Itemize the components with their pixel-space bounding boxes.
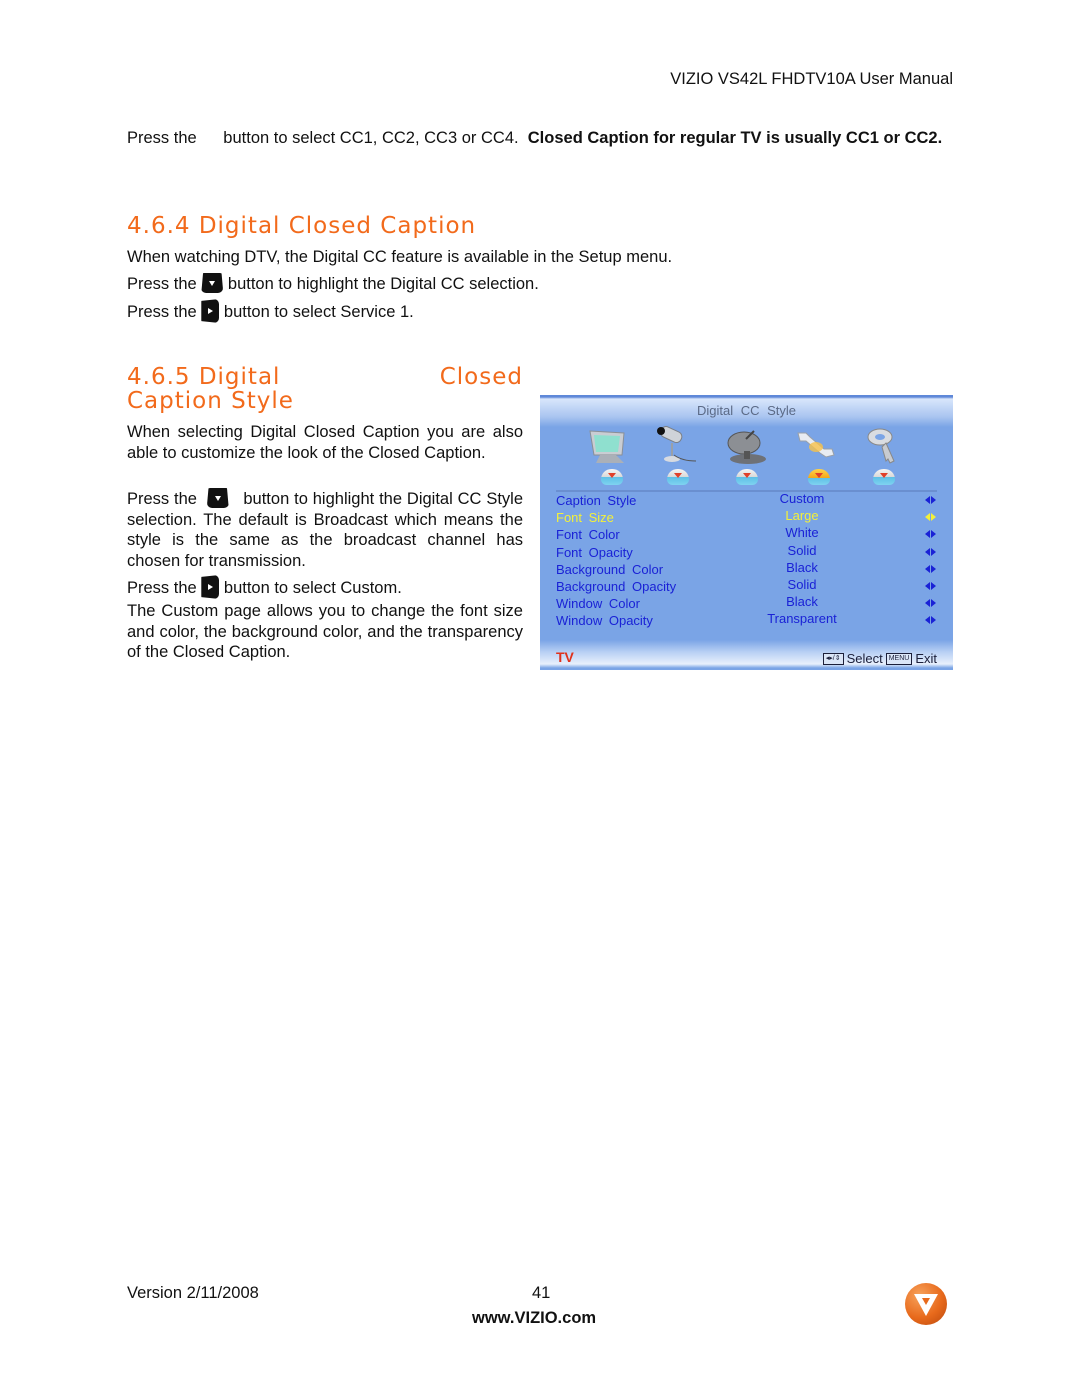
left-right-arrow-icon[interactable] (925, 599, 937, 608)
heading-4-6-5-part2: Closed (439, 364, 523, 390)
osd-row-value: Large (785, 508, 819, 524)
s464-line2-post: button to highlight the Digital CC selec… (227, 275, 539, 293)
osd-row-font-opacity[interactable]: Font Opacity Solid (540, 543, 953, 560)
osd-row-value: Black (786, 594, 818, 610)
osd-tab-1[interactable] (601, 469, 623, 485)
s465-para4: The Custom page allows you to change the… (127, 602, 523, 661)
digital-cc-style-osd: Digital CC Style Caption Style Custom Fo… (540, 395, 953, 670)
tv-monitor-icon[interactable] (586, 425, 636, 467)
osd-tab-3[interactable] (736, 469, 758, 485)
heading-4-6-4: 4.6.4 Digital Closed Caption (127, 213, 477, 239)
osd-row-value: Solid (787, 542, 817, 558)
osd-tab-5[interactable] (873, 469, 895, 485)
osd-row-label: Window Color (556, 596, 640, 612)
s465-para3: Press the button to select Custom. (127, 575, 402, 599)
footer-version: Version 2/11/2008 (127, 1284, 259, 1302)
osd-row-value: Black (786, 559, 818, 575)
osd-row-caption-style[interactable]: Caption Style Custom (540, 491, 953, 508)
s465-para3-pre: Press the (127, 579, 197, 597)
osd-row-value: Custom (779, 491, 825, 506)
left-right-arrow-icon[interactable] (925, 581, 937, 590)
osd-key-hints: ◂▸/⇕ Select MENU Exit (822, 651, 937, 666)
right-arrow-button-icon (201, 299, 220, 323)
left-right-arrow-icon[interactable] (925, 616, 937, 625)
osd-row-label: Window Opacity (556, 613, 653, 629)
osd-row-label: Font Size (556, 510, 614, 526)
vizio-v-logo-icon (905, 1283, 947, 1325)
manual-title: VIZIO VS42L FHDTV10A User Manual (670, 70, 953, 88)
s465-para1: When selecting Digital Closed Caption yo… (127, 423, 523, 462)
heading-4-6-5-line2: Caption Style (127, 388, 294, 414)
intro-press-the: Press the (127, 129, 197, 147)
intro-text: button to select CC1, CC2, CC3 or CC4. (223, 129, 519, 147)
s464-line1: When watching DTV, the Digital CC featur… (127, 248, 673, 266)
arrow-keys-icon: ◂▸/⇕ (822, 652, 844, 665)
osd-tab-4-active[interactable] (808, 469, 830, 485)
osd-source-label: TV (556, 649, 574, 665)
s465-para2: Press the button to highlight the Digita… (127, 488, 523, 571)
down-arrow-button-icon (206, 488, 229, 508)
osd-row-font-size[interactable]: Font Size Large (540, 508, 953, 525)
down-arrow-button-icon (201, 273, 224, 293)
osd-row-label: Background Opacity (556, 578, 677, 594)
osd-tab-2[interactable] (667, 469, 689, 485)
heading-4-6-5-part1: 4.6.5 Digital (127, 364, 281, 390)
intro-paragraph: Press the button to select CC1, CC2, CC3… (127, 128, 953, 149)
s464-line3-post: button to select Service 1. (223, 303, 414, 321)
osd-row-label: Font Opacity (556, 544, 633, 560)
osd-row-background-color[interactable]: Background Color Black (540, 560, 953, 577)
osd-title: Digital CC Style (696, 403, 797, 418)
satellite-dish-icon[interactable] (722, 425, 772, 467)
s465-para2-pre: Press the (127, 490, 197, 508)
left-right-arrow-icon[interactable] (925, 496, 937, 504)
left-right-arrow-icon[interactable] (925, 513, 937, 522)
right-arrow-button-icon (201, 575, 220, 599)
osd-bottom-bar: TV ◂▸/⇕ Select MENU Exit (540, 640, 953, 670)
wrench-icon[interactable] (790, 425, 840, 467)
osd-row-window-color[interactable]: Window Color Black (540, 594, 953, 611)
s465-para3-post: button to select Custom. (223, 579, 402, 597)
osd-title-bar: Digital CC Style (540, 395, 953, 427)
osd-row-value: White (785, 525, 819, 541)
video-camera-icon[interactable] (652, 425, 702, 467)
left-right-arrow-icon[interactable] (925, 530, 937, 539)
intro-bold-note: Closed Caption for regular TV is usually… (527, 129, 943, 147)
s464-line2: Press the button to highlight the Digita… (127, 273, 539, 295)
osd-row-window-opacity[interactable]: Window Opacity Transparent (540, 611, 953, 628)
s464-line3-pre: Press the (127, 303, 197, 321)
osd-row-label: Font Color (556, 527, 620, 543)
s464-line3: Press the button to select Service 1. (127, 299, 414, 323)
osd-row-label: Background Color (556, 561, 664, 577)
left-right-arrow-icon[interactable] (925, 547, 937, 556)
heading-4-6-5: 4.6.5 Digital Closed Caption Style (127, 364, 523, 414)
osd-row-background-opacity[interactable]: Background Opacity Solid (540, 577, 953, 594)
page-number: 41 (532, 1284, 551, 1302)
osd-settings-list: Caption Style Custom Font Size Large Fon… (540, 491, 953, 629)
footer-url[interactable]: www.VIZIO.com (472, 1309, 596, 1328)
s464-line2-pre: Press the (127, 275, 197, 293)
osd-row-font-color[interactable]: Font Color White (540, 525, 953, 542)
osd-row-label: Caption Style (556, 493, 637, 508)
menu-key-icon: MENU (885, 652, 913, 665)
hint-exit: Exit (915, 651, 937, 666)
osd-row-value: Transparent (767, 611, 837, 627)
key-icon[interactable] (858, 425, 908, 467)
hint-select: Select (846, 651, 883, 666)
left-right-arrow-icon[interactable] (925, 564, 937, 573)
osd-icon-strip (540, 425, 953, 485)
osd-row-value: Solid (787, 576, 817, 592)
